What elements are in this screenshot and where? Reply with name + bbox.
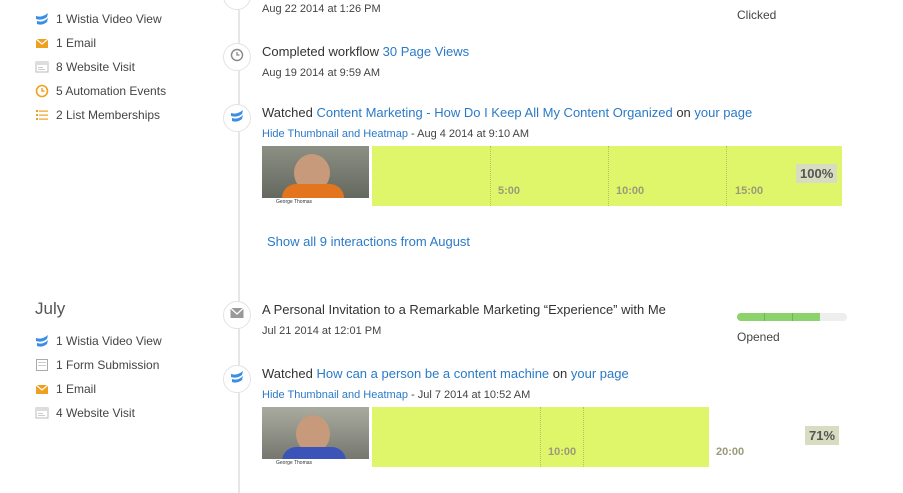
workflow-title: Completed workflow 30 Page Views [262,44,470,59]
watched-percent: 100% [796,164,838,183]
summary-item-automation[interactable]: 5 Automation Events [35,84,166,98]
video-link[interactable]: Content Marketing - How Do I Keep All My… [316,105,672,120]
video-subline: Hide Thumbnail and Heatmap - Aug 4 2014 … [262,128,530,140]
summary-item-wistia[interactable]: 1 Wistia Video View [35,334,162,348]
timeline-node-video [223,365,251,393]
video-thumbnail[interactable]: George Thomas [262,407,369,467]
wistia-icon [230,370,244,389]
timeline-node-workflow [223,43,251,71]
workflow-date: Aug 19 2014 at 9:59 AM [262,67,381,79]
event-date: Aug 22 2014 at 1:26 PM [262,3,381,15]
email-status: Opened [737,330,780,344]
email-progress-bar [737,313,847,321]
heatmap: 5:00 10:00 15:00 100% [372,146,842,206]
watched-percent: 71% [805,426,840,445]
timeline-node-email [223,301,251,329]
summary-item-list-memberships[interactable]: 2 List Memberships [35,108,160,122]
summary-item-email[interactable]: 1 Email [35,36,96,50]
form-icon [35,358,49,372]
video-title: Watched Content Marketing - How Do I Kee… [262,105,753,120]
video-link[interactable]: How can a person be a content machine [316,366,549,381]
clock-icon [35,84,49,98]
summary-item-wistia[interactable]: 1 Wistia Video View [35,12,162,26]
heatmap-tick-label: 20:00 [716,446,745,458]
summary-item-form-submission[interactable]: 1 Form Submission [35,358,159,372]
hide-thumbnail-link[interactable]: Hide Thumbnail and Heatmap [262,389,408,401]
email-icon [35,36,49,50]
heatmap-tick-label: 5:00 [498,185,521,197]
wistia-icon [35,334,49,348]
hide-thumbnail-link[interactable]: Hide Thumbnail and Heatmap [262,128,408,140]
wistia-icon [35,12,49,26]
heatmap-fill [372,407,709,467]
list-icon [35,108,49,122]
video-subline: Hide Thumbnail and Heatmap - Jul 7 2014 … [262,389,531,401]
heatmap-tick-label: 10:00 [548,446,577,458]
workflow-link[interactable]: 30 Page Views [383,44,470,59]
month-heading-july: July [35,299,66,318]
show-all-interactions-link[interactable]: Show all 9 interactions from August [267,234,470,249]
email-subject-link[interactable]: A Personal Invitation to a Remarkable Ma… [262,302,666,317]
summary-item-website-visit[interactable]: 8 Website Visit [35,60,135,74]
page-link[interactable]: your page [571,366,629,381]
timeline-line [238,0,240,493]
email-icon [35,382,49,396]
email-date: Jul 21 2014 at 12:01 PM [262,325,382,337]
email-progress-fill [737,313,820,321]
status-label: Clicked [737,8,777,22]
summary-item-email[interactable]: 1 Email [35,382,96,396]
heatmap-tick-label: 15:00 [735,185,764,197]
clock-icon [230,48,244,67]
envelope-icon [230,306,244,324]
heatmap-tick-label: 10:00 [616,185,645,197]
wistia-icon [230,109,244,128]
video-thumbnail[interactable]: George Thomas [262,146,369,206]
website-visit-icon [35,60,49,74]
video-title: Watched How can a person be a content ma… [262,366,629,381]
website-visit-icon [35,406,49,420]
timeline-node-video [223,104,251,132]
page-link[interactable]: your page [694,105,752,120]
summary-item-website-visit[interactable]: 4 Website Visit [35,406,135,420]
timeline-node [223,0,251,10]
